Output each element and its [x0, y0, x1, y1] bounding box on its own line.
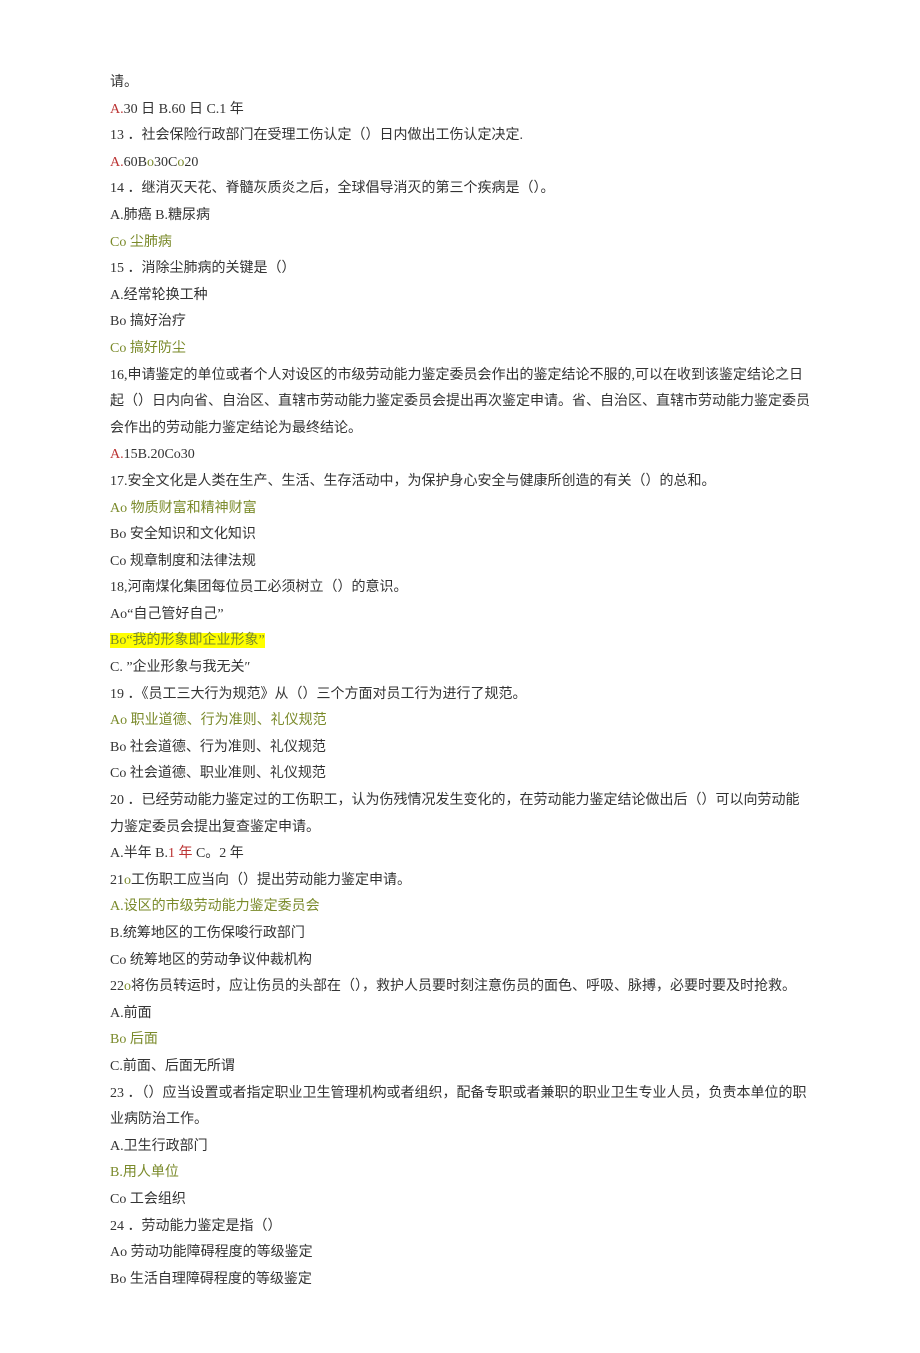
- text-segment: 20: [184, 155, 198, 170]
- text-segment: 21: [110, 873, 124, 888]
- text-line: Bo 后面: [110, 1027, 810, 1054]
- text-segment: 半年 B.: [124, 846, 168, 861]
- text-line: Ao 劳动功能障碍程度的等级鉴定: [110, 1240, 810, 1267]
- text-line: 23 ．（）应当设置或者指定职业卫生管理机构或者组织，配备专职或者兼职的职业卫生…: [110, 1081, 810, 1134]
- text-segment: Co 社会道德、职业准则、礼仪规范: [110, 766, 326, 781]
- text-line: Co 搞好防尘: [110, 336, 810, 363]
- text-segment: 24 ．劳动能力鉴定是指（）: [110, 1219, 282, 1234]
- text-segment: 14 ．继消灭天花、脊髓灰质炎之后，全球倡导消灭的第三个疾病是（）。: [110, 181, 555, 196]
- text-line: 22o将伤员转运时，应让伤员的头部在（），救护人员要时刻注意伤员的面色、呼吸、脉…: [110, 974, 810, 1001]
- text-segment: Bo 生活自理障碍程度的等级鉴定: [110, 1272, 312, 1287]
- text-line: Co 规章制度和法律法规: [110, 549, 810, 576]
- text-line: 20 ．已经劳动能力鉴定过的工伤职工，认为伤残情况发生变化的，在劳动能力鉴定结论…: [110, 788, 810, 841]
- text-segment: A.设区的市级劳动能力鉴定委员会: [110, 899, 320, 914]
- text-segment: B.用人单位: [110, 1165, 179, 1180]
- text-segment: C.前面、后面无所谓: [110, 1059, 235, 1074]
- text-segment: 60B: [124, 155, 147, 170]
- text-segment: 13 ．社会保险行政部门在受理工伤认定（）日内做出工伤认定决定.: [110, 128, 523, 143]
- text-line: B.统筹地区的工伤保唆行政部门: [110, 921, 810, 948]
- text-line: Co 社会道德、职业准则、礼仪规范: [110, 761, 810, 788]
- text-segment: A.: [110, 155, 124, 170]
- text-line: A.30 日 B.60 日 C.1 年: [110, 97, 810, 124]
- text-segment: Co 尘肺病: [110, 235, 172, 250]
- text-segment: Ao“自己管好自己”: [110, 607, 224, 622]
- text-line: A.肺癌 B.糖尿病: [110, 203, 810, 230]
- text-line: Co 工会组织: [110, 1187, 810, 1214]
- text-line: 13 ．社会保险行政部门在受理工伤认定（）日内做出工伤认定决定.: [110, 123, 810, 150]
- text-segment: 肺癌 B.糖尿病: [124, 208, 210, 223]
- text-line: 17.安全文化是人类在生产、生活、生存活动中，为保护身心安全与健康所创造的有关（…: [110, 469, 810, 496]
- text-line: Bo 安全知识和文化知识: [110, 522, 810, 549]
- text-segment: 1 年: [168, 846, 193, 861]
- text-line: Co 统筹地区的劳动争议仲裁机构: [110, 948, 810, 975]
- text-segment: Bo 社会道德、行为准则、礼仪规范: [110, 740, 326, 755]
- text-segment: 16,申请鉴定的单位或者个人对设区的市级劳动能力鉴定委员会作出的鉴定结论不服的,…: [110, 368, 810, 436]
- text-segment: Co 统筹地区的劳动争议仲裁机构: [110, 953, 312, 968]
- text-segment: A.: [110, 102, 124, 117]
- text-line: Bo 生活自理障碍程度的等级鉴定: [110, 1267, 810, 1294]
- text-line: Bo 社会道德、行为准则、礼仪规范: [110, 735, 810, 762]
- text-segment: A.: [110, 447, 124, 462]
- text-segment: 将伤员转运时，应让伤员的头部在（），救护人员要时刻注意伤员的面色、呼吸、脉搏，必…: [131, 979, 796, 994]
- text-line: A.经常轮换工种: [110, 283, 810, 310]
- text-segment: 30 日 B.60 日 C.1 年: [124, 102, 244, 117]
- text-line: 24 ．劳动能力鉴定是指（）: [110, 1214, 810, 1241]
- text-line: A.60Bo30Co20: [110, 150, 810, 177]
- text-segment: C. ”企业形象与我无关″: [110, 660, 250, 675]
- text-line: A.设区的市级劳动能力鉴定委员会: [110, 894, 810, 921]
- text-segment: 23 ．（）应当设置或者指定职业卫生管理机构或者组织，配备专职或者兼职的职业卫生…: [110, 1086, 807, 1128]
- text-segment: 30C: [154, 155, 177, 170]
- text-segment: C。2 年: [192, 846, 243, 861]
- text-segment: Bo 搞好治疗: [110, 314, 186, 329]
- text-segment: A.经常轮换工种: [110, 288, 208, 303]
- text-line: Co 尘肺病: [110, 230, 810, 257]
- text-line: 16,申请鉴定的单位或者个人对设区的市级劳动能力鉴定委员会作出的鉴定结论不服的,…: [110, 363, 810, 443]
- text-line: 19 ．《员工三大行为规范》从（）三个方面对员工行为进行了规范。: [110, 682, 810, 709]
- text-segment: Ao 职业道德、行为准则、礼仪规范: [110, 713, 327, 728]
- text-line: Ao“自己管好自己”: [110, 602, 810, 629]
- text-segment: 工伤职工应当向（）提出劳动能力鉴定申请。: [131, 873, 411, 888]
- text-line: 请。: [110, 70, 810, 97]
- text-line: A.前面: [110, 1001, 810, 1028]
- text-segment: Co 规章制度和法律法规: [110, 554, 256, 569]
- text-segment: 请。: [110, 75, 138, 90]
- text-segment: 20 ．已经劳动能力鉴定过的工伤职工，认为伤残情况发生变化的，在劳动能力鉴定结论…: [110, 793, 800, 835]
- text-line: Ao 物质财富和精神财富: [110, 496, 810, 523]
- text-line: Ao 职业道德、行为准则、礼仪规范: [110, 708, 810, 735]
- text-line: 14 ．继消灭天花、脊髓灰质炎之后，全球倡导消灭的第三个疾病是（）。: [110, 176, 810, 203]
- text-segment: Co 搞好防尘: [110, 341, 186, 356]
- text-segment: 15B.20Co30: [124, 447, 195, 462]
- text-segment: o: [124, 873, 131, 888]
- text-segment: Ao 物质财富和精神财富: [110, 501, 257, 516]
- text-segment: 17.安全文化是人类在生产、生活、生存活动中，为保护身心安全与健康所创造的有关（…: [110, 474, 716, 489]
- text-line: C. ”企业形象与我无关″: [110, 655, 810, 682]
- text-line: 15 ．消除尘肺病的关键是（）: [110, 256, 810, 283]
- text-segment: Bo 安全知识和文化知识: [110, 527, 256, 542]
- text-line: Bo 搞好治疗: [110, 309, 810, 336]
- text-segment: A.: [110, 208, 124, 223]
- text-segment: 19 ．《员工三大行为规范》从（）三个方面对员工行为进行了规范。: [110, 687, 527, 702]
- text-segment: A.: [110, 846, 124, 861]
- text-line: 21o工伤职工应当向（）提出劳动能力鉴定申请。: [110, 868, 810, 895]
- document-page: 请。A.30 日 B.60 日 C.1 年13 ．社会保险行政部门在受理工伤认定…: [0, 0, 920, 1353]
- text-line: 18,河南煤化集团每位员工必须树立（）的意识。: [110, 575, 810, 602]
- text-segment: 18,河南煤化集团每位员工必须树立（）的意识。: [110, 580, 408, 595]
- text-line: A.半年 B.1 年 C。2 年: [110, 841, 810, 868]
- text-segment: Co 工会组织: [110, 1192, 186, 1207]
- text-line: B.用人单位: [110, 1160, 810, 1187]
- text-segment: A.卫生行政部门: [110, 1139, 208, 1154]
- text-line: Bo“我的形象即企业形象”: [110, 628, 810, 655]
- text-line: C.前面、后面无所谓: [110, 1054, 810, 1081]
- text-segment: o: [147, 155, 154, 170]
- text-segment: o: [124, 979, 131, 994]
- text-segment: Bo 后面: [110, 1032, 158, 1047]
- text-line: A.卫生行政部门: [110, 1134, 810, 1161]
- text-segment: 22: [110, 979, 124, 994]
- text-segment: B.统筹地区的工伤保唆行政部门: [110, 926, 305, 941]
- text-segment: 15 ．消除尘肺病的关键是（）: [110, 261, 296, 276]
- text-segment: A.前面: [110, 1006, 152, 1021]
- text-segment: Ao 劳动功能障碍程度的等级鉴定: [110, 1245, 313, 1260]
- text-line: A.15B.20Co30: [110, 442, 810, 469]
- text-segment: Bo“我的形象即企业形象”: [110, 633, 265, 648]
